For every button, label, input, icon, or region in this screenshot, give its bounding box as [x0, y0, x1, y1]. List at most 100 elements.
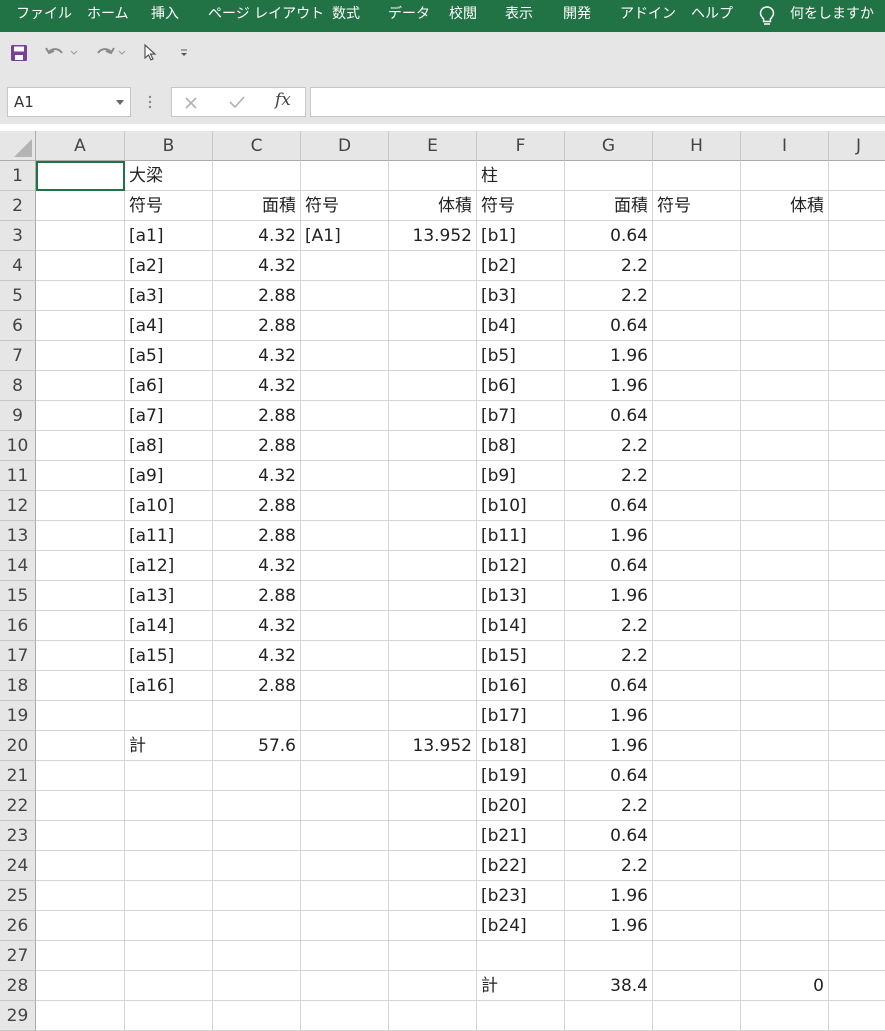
cell-h18[interactable]	[653, 671, 741, 701]
cell-i17[interactable]	[741, 641, 829, 671]
cell-e13[interactable]	[389, 521, 477, 551]
cell-e5[interactable]	[389, 281, 477, 311]
column-header-j[interactable]: J	[829, 131, 885, 161]
cell-h9[interactable]	[653, 401, 741, 431]
cell-d27[interactable]	[301, 941, 389, 971]
cell-c5[interactable]: 2.88	[213, 281, 301, 311]
column-header-a[interactable]: A	[36, 131, 125, 161]
cell-h11[interactable]	[653, 461, 741, 491]
cell-a1[interactable]	[36, 161, 125, 191]
row-header-4[interactable]: 4	[0, 251, 36, 281]
cell-e12[interactable]	[389, 491, 477, 521]
row-header-29[interactable]: 29	[0, 1001, 36, 1031]
cell-c23[interactable]	[213, 821, 301, 851]
cell-i24[interactable]	[741, 851, 829, 881]
cell-a19[interactable]	[36, 701, 125, 731]
cell-c16[interactable]: 4.32	[213, 611, 301, 641]
cell-d2[interactable]: 符号	[301, 191, 389, 221]
cell-h20[interactable]	[653, 731, 741, 761]
cell-i2[interactable]: 体積	[741, 191, 829, 221]
cell-j2[interactable]	[829, 191, 885, 221]
cell-d8[interactable]	[301, 371, 389, 401]
cell-b27[interactable]	[125, 941, 213, 971]
cell-a29[interactable]	[36, 1001, 125, 1031]
cell-d25[interactable]	[301, 881, 389, 911]
cell-f5[interactable]: [b3]	[477, 281, 565, 311]
cell-e20[interactable]: 13.952	[389, 731, 477, 761]
cell-g25[interactable]: 1.96	[565, 881, 653, 911]
cell-j20[interactable]	[829, 731, 885, 761]
row-header-14[interactable]: 14	[0, 551, 36, 581]
cell-d21[interactable]	[301, 761, 389, 791]
cell-f11[interactable]: [b9]	[477, 461, 565, 491]
cell-e1[interactable]	[389, 161, 477, 191]
cell-a28[interactable]	[36, 971, 125, 1001]
cell-j28[interactable]	[829, 971, 885, 1001]
cell-j22[interactable]	[829, 791, 885, 821]
cell-h29[interactable]	[653, 1001, 741, 1031]
cell-g12[interactable]: 0.64	[565, 491, 653, 521]
save-icon[interactable]	[10, 44, 28, 62]
cell-i11[interactable]	[741, 461, 829, 491]
row-header-15[interactable]: 15	[0, 581, 36, 611]
cell-i4[interactable]	[741, 251, 829, 281]
cell-g23[interactable]: 0.64	[565, 821, 653, 851]
cell-i12[interactable]	[741, 491, 829, 521]
cell-f9[interactable]: [b7]	[477, 401, 565, 431]
cell-h2[interactable]: 符号	[653, 191, 741, 221]
cell-j7[interactable]	[829, 341, 885, 371]
cell-c28[interactable]	[213, 971, 301, 1001]
column-header-c[interactable]: C	[213, 131, 301, 161]
cell-i25[interactable]	[741, 881, 829, 911]
cell-f8[interactable]: [b6]	[477, 371, 565, 401]
tab-file[interactable]: ファイル	[16, 0, 72, 32]
column-header-h[interactable]: H	[653, 131, 741, 161]
cell-a27[interactable]	[36, 941, 125, 971]
cell-a4[interactable]	[36, 251, 125, 281]
cell-h6[interactable]	[653, 311, 741, 341]
cancel-icon[interactable]	[184, 96, 198, 110]
cell-e18[interactable]	[389, 671, 477, 701]
row-header-9[interactable]: 9	[0, 401, 36, 431]
cell-f12[interactable]: [b10]	[477, 491, 565, 521]
cell-i29[interactable]	[741, 1001, 829, 1031]
cell-c12[interactable]: 2.88	[213, 491, 301, 521]
cell-e8[interactable]	[389, 371, 477, 401]
cell-f1[interactable]: 柱	[477, 161, 565, 191]
cell-b19[interactable]	[125, 701, 213, 731]
cell-c24[interactable]	[213, 851, 301, 881]
formula-input[interactable]	[310, 87, 885, 117]
cell-j1[interactable]	[829, 161, 885, 191]
cell-b23[interactable]	[125, 821, 213, 851]
row-header-20[interactable]: 20	[0, 731, 36, 761]
row-header-3[interactable]: 3	[0, 221, 36, 251]
cell-h14[interactable]	[653, 551, 741, 581]
row-header-11[interactable]: 11	[0, 461, 36, 491]
undo-icon[interactable]	[44, 44, 68, 62]
cell-h26[interactable]	[653, 911, 741, 941]
cell-h1[interactable]	[653, 161, 741, 191]
cell-j26[interactable]	[829, 911, 885, 941]
cell-j13[interactable]	[829, 521, 885, 551]
cell-g24[interactable]: 2.2	[565, 851, 653, 881]
cell-c6[interactable]: 2.88	[213, 311, 301, 341]
cell-j23[interactable]	[829, 821, 885, 851]
cell-d28[interactable]	[301, 971, 389, 1001]
cell-f27[interactable]	[477, 941, 565, 971]
row-header-23[interactable]: 23	[0, 821, 36, 851]
cell-c22[interactable]	[213, 791, 301, 821]
cell-g27[interactable]	[565, 941, 653, 971]
cell-b21[interactable]	[125, 761, 213, 791]
cell-b8[interactable]: [a6]	[125, 371, 213, 401]
cell-b12[interactable]: [a10]	[125, 491, 213, 521]
cell-j16[interactable]	[829, 611, 885, 641]
cell-j27[interactable]	[829, 941, 885, 971]
cell-c3[interactable]: 4.32	[213, 221, 301, 251]
cell-i7[interactable]	[741, 341, 829, 371]
cell-e4[interactable]	[389, 251, 477, 281]
cell-i22[interactable]	[741, 791, 829, 821]
cell-f10[interactable]: [b8]	[477, 431, 565, 461]
cell-j19[interactable]	[829, 701, 885, 731]
cell-f23[interactable]: [b21]	[477, 821, 565, 851]
cell-f15[interactable]: [b13]	[477, 581, 565, 611]
